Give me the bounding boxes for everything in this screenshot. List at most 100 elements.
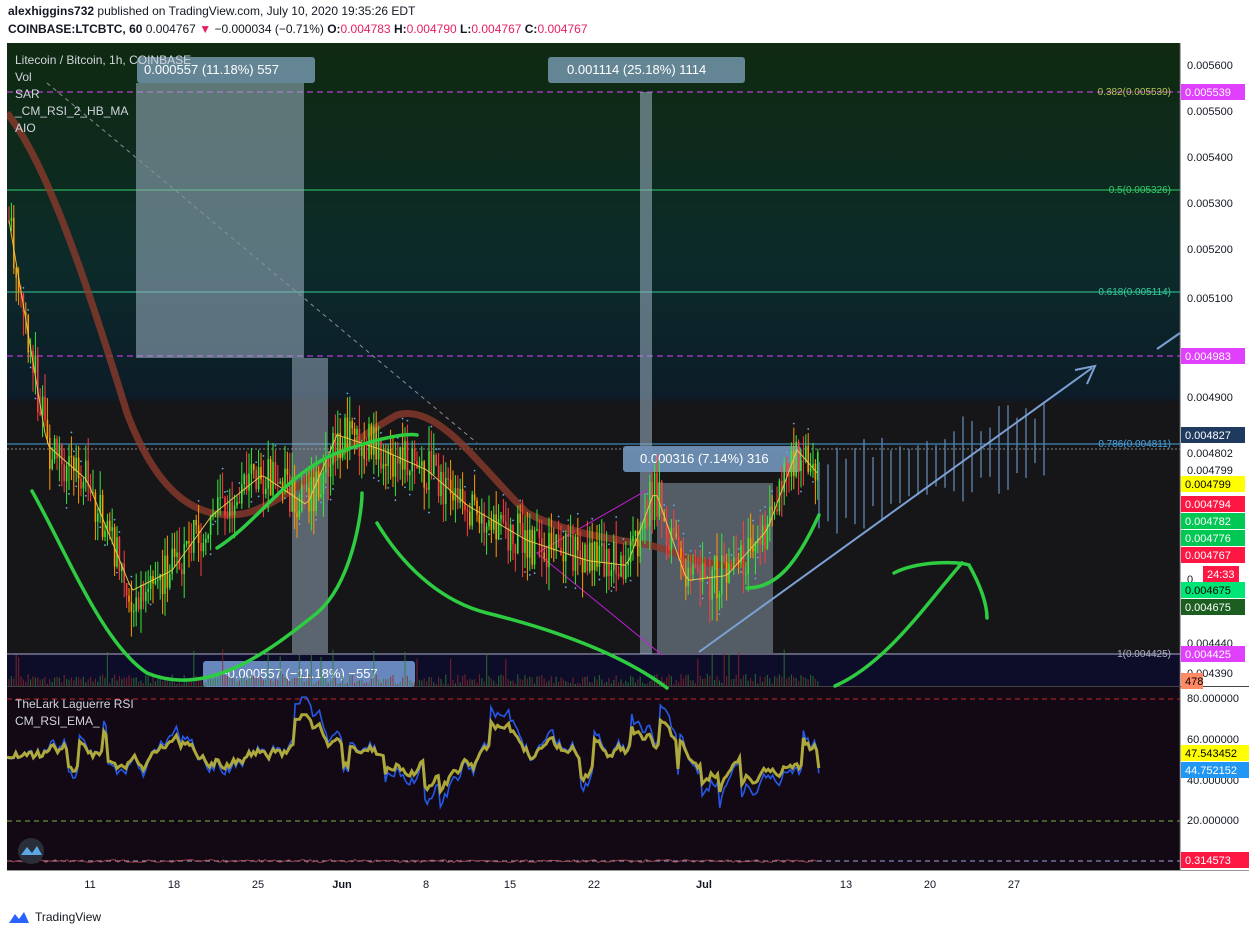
volume-bar — [270, 679, 272, 686]
sar-dot — [428, 511, 430, 514]
sar-dot — [473, 469, 476, 472]
price-label: 0.004802 — [1187, 448, 1233, 460]
volume-bar — [378, 679, 380, 686]
volume-bar — [128, 675, 130, 686]
volume-bar — [130, 678, 132, 686]
sar-dot — [130, 575, 133, 578]
candle-body — [735, 557, 737, 561]
sar-dot — [70, 431, 73, 434]
candle-body — [269, 459, 272, 496]
candle-body — [639, 529, 641, 557]
time-label: 11 — [84, 879, 95, 891]
volume-bar — [66, 679, 68, 686]
legend-cm-rsi[interactable]: _CM_RSI_2_HB_MA — [14, 104, 128, 118]
sar-dot — [524, 571, 526, 573]
published-text: published on TradingView.com, July 10, 2… — [97, 4, 416, 18]
candle-body — [509, 524, 512, 551]
candle-body — [603, 543, 605, 577]
candle-body — [759, 538, 761, 545]
rsi-legend-cm[interactable]: CM_RSI_EMA_ — [15, 714, 100, 728]
legend-vol[interactable]: Vol — [15, 70, 32, 84]
volume-bar — [788, 676, 790, 686]
candle-body — [413, 448, 416, 462]
volume-bar — [807, 679, 809, 686]
volume-bar — [558, 681, 560, 686]
candle-body — [111, 527, 113, 532]
volume-bar — [303, 681, 305, 686]
time-label: 27 — [1008, 879, 1020, 891]
candle-body — [253, 464, 255, 471]
volume-bar — [118, 675, 120, 686]
volume-bar — [162, 680, 164, 686]
volume-bar — [145, 675, 147, 686]
candle-body — [140, 584, 142, 610]
volume-bar — [442, 683, 444, 686]
volume-bar — [111, 677, 113, 686]
volume-bar — [522, 679, 524, 686]
volume-bar — [750, 677, 752, 686]
time-label: 20 — [924, 879, 936, 891]
sar-dot — [812, 480, 814, 483]
candle-body — [745, 574, 747, 576]
candle-body — [250, 464, 253, 474]
volume-bar — [272, 681, 274, 686]
time-axis[interactable] — [7, 871, 1249, 900]
volume-bar — [519, 678, 521, 686]
candle-body — [219, 497, 221, 499]
volume-bar — [296, 677, 298, 686]
volume-bar — [123, 677, 125, 686]
legend-sar[interactable]: SAR — [15, 87, 40, 101]
price-label: 0.005300 — [1187, 198, 1233, 210]
volume-bar — [140, 680, 142, 686]
sar-dot — [401, 417, 404, 420]
volume-bar — [222, 649, 224, 686]
sar-dot — [576, 512, 579, 515]
candle-body — [399, 447, 401, 464]
volume-bar — [594, 676, 596, 686]
rsi-legend-lark[interactable]: TheLark Laguerre RSI — [15, 697, 134, 711]
volume-bar — [646, 683, 648, 686]
sar-dot — [274, 444, 277, 447]
candle-body — [697, 566, 699, 571]
volume-bar — [411, 682, 413, 686]
candle-body — [224, 497, 226, 516]
candle-body — [653, 472, 656, 520]
legend-aio[interactable]: AIO — [15, 121, 36, 135]
volume-bar — [368, 682, 370, 686]
candle-body — [75, 457, 77, 472]
volume-bar — [430, 677, 432, 686]
candle-body — [517, 513, 519, 554]
measure-zone-1[interactable] — [136, 83, 304, 358]
candle-body — [61, 444, 63, 465]
candle-body — [349, 421, 351, 449]
candle-body — [469, 511, 471, 526]
candle-body — [356, 428, 358, 435]
volume-bar — [572, 677, 574, 686]
sar-dot — [708, 551, 711, 554]
volume-bar — [18, 657, 20, 686]
volume-bar — [783, 649, 785, 686]
candle-body — [711, 569, 713, 600]
volume-bar — [75, 676, 77, 686]
volume-bar — [255, 676, 257, 686]
footer-brand[interactable]: TradingView — [35, 910, 101, 924]
candle-body — [500, 515, 502, 519]
candle-body — [445, 478, 447, 505]
volume-bar — [94, 678, 96, 686]
chart-frame[interactable]: 0.382(0.005539) 0.5(0.005326) 0.618(0.00… — [4, 43, 1249, 900]
candle-body — [752, 547, 754, 552]
volume-bar — [248, 676, 250, 686]
candle-body — [301, 484, 303, 511]
chart-svg[interactable]: 0.382(0.005539) 0.5(0.005326) 0.618(0.00… — [4, 43, 1249, 900]
volume-bar — [805, 678, 807, 686]
volume-bar — [553, 683, 555, 686]
volume-bar — [812, 676, 814, 686]
username[interactable]: alexhiggins732 — [8, 4, 94, 18]
candle-body — [161, 574, 164, 595]
sar-dot — [214, 520, 217, 523]
candle-body — [341, 452, 344, 458]
measure-zone-3[interactable] — [640, 92, 652, 654]
candle-body — [183, 544, 185, 575]
volume-bar — [49, 679, 51, 686]
rsi-pane[interactable] — [7, 687, 1180, 870]
